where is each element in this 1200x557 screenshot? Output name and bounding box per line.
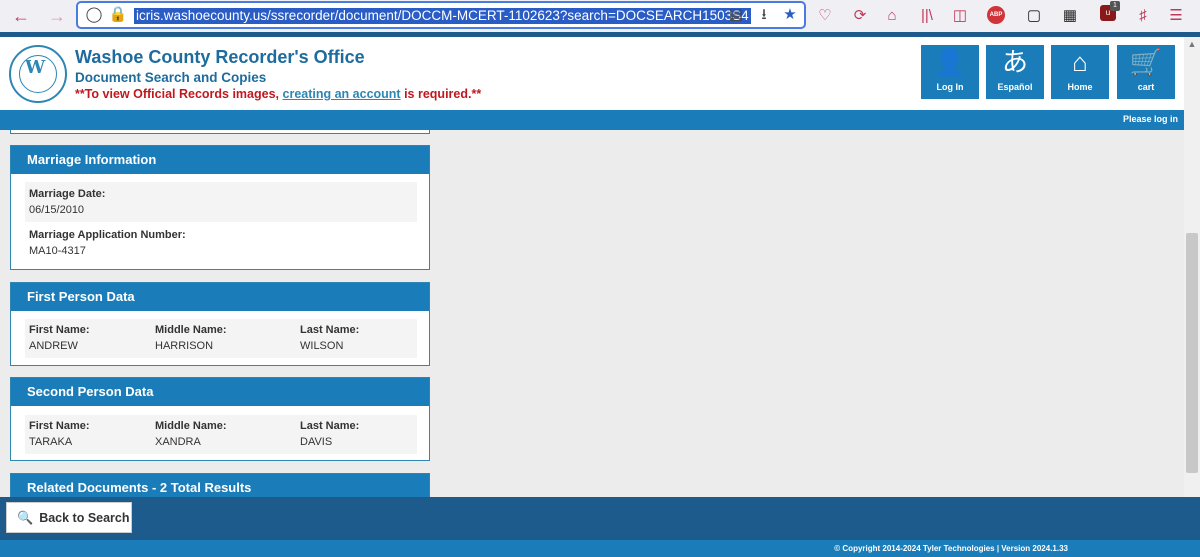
site-subtitle: Document Search and Copies [75,70,267,85]
marriage-app-value: MA10-4317 [29,245,86,257]
login-button-label: Log In [936,82,964,92]
adblock-icon[interactable]: ABP [987,6,1005,24]
scroll-thumb[interactable] [1186,233,1198,473]
screenshot-icon[interactable]: ▦ [1060,6,1080,26]
page-scrollbar[interactable]: ▲ [1184,37,1200,497]
translate-icon: あ [1001,47,1028,77]
second-person-panel: Second Person Data First Name: TARAKA Mi… [10,377,430,461]
marriage-date-field: Marriage Date: 06/15/2010 [25,182,417,222]
footer-action-bar: 🔍 Back to Search [0,497,1200,540]
first-person-last-value: WILSON [300,340,344,352]
first-person-first-label: First Name: [29,324,90,336]
second-person-first-label: First Name: [29,420,90,432]
first-person-middle-value: HARRISON [155,340,214,352]
home-icon: ⌂ [1072,47,1088,77]
login-button[interactable]: 👤 Log In [921,45,979,99]
first-person-panel: First Person Data First Name: ANDREW Mid… [10,282,430,366]
notice-prefix: **To view Official Records images, [75,87,280,101]
espanol-button[interactable]: あ Español [986,45,1044,99]
site-header: W Washoe County Recorder's Office Docume… [0,37,1200,110]
previous-panel-remnant [10,130,430,134]
first-person-fields: First Name: ANDREW Middle Name: HARRISON… [25,319,417,358]
back-to-search-label: Back to Search [39,511,130,525]
marriage-info-heading: Marriage Information [11,146,429,174]
home-button[interactable]: ⌂ Home [1051,45,1109,99]
login-prompt[interactable]: Please log in [1123,114,1178,124]
extension-badge-count: 1 [1110,1,1120,11]
seal-emblem-icon: W [25,57,46,78]
cart-button[interactable]: 🛒 cart [1117,45,1175,99]
user-icon: 👤 [933,47,967,77]
url-text[interactable]: icris.washoecounty.us/ssrecorder/documen… [134,8,751,24]
notice-suffix: is required.** [404,87,482,101]
home-icon[interactable]: ⌂ [882,6,902,26]
address-bar[interactable]: ◯ 🔒 icris.washoecounty.us/ssrecorder/doc… [76,1,806,29]
county-seal-logo: W [9,45,67,103]
back-to-search-button[interactable]: 🔍 Back to Search [6,502,132,533]
create-account-link[interactable]: creating an account [283,87,401,101]
marriage-info-panel: Marriage Information Marriage Date: 06/1… [10,145,430,270]
second-person-first-value: TARAKA [29,436,73,448]
first-person-heading: First Person Data [11,283,429,311]
copyright-text: © Copyright 2014-2024 Tyler Technologies… [834,544,1068,553]
second-person-last-value: DAVIS [300,436,333,448]
menu-icon[interactable]: ☰ [1166,6,1186,26]
library-icon[interactable]: ||\ [917,6,937,26]
second-person-last-label: Last Name: [300,420,360,432]
download-icon[interactable]: ⭳ [754,5,774,25]
reload-icon[interactable]: ⟳ [850,6,870,26]
cart-button-label: cart [1137,82,1155,92]
first-person-first-value: ANDREW [29,340,78,352]
site-title: Washoe County Recorder's Office [75,47,365,67]
second-person-middle-label: Middle Name: [155,420,227,432]
back-arrow-icon[interactable]: ← [10,5,32,27]
first-person-middle-label: Middle Name: [155,324,227,336]
second-person-middle-value: XANDRA [155,436,201,448]
shield-icon[interactable]: ◯ [84,5,104,25]
status-band: Please log in [0,110,1200,130]
home-button-label: Home [1067,82,1093,92]
copyright-bar: © Copyright 2014-2024 Tyler Technologies… [0,540,1200,557]
bookmark-star-icon[interactable]: ★ [780,5,800,25]
marriage-date-value: 06/15/2010 [29,204,85,216]
reader-view-icon[interactable]: ▤ [726,5,746,25]
marriage-app-label: Marriage Application Number: [29,229,186,241]
first-person-last-label: Last Name: [300,324,360,336]
related-documents-panel: Related Documents - 2 Total Results [10,473,430,502]
window-icon[interactable]: ▢ [1024,6,1044,26]
forward-arrow-icon[interactable]: → [46,5,68,27]
search-icon: 🔍 [17,510,34,525]
lock-icon[interactable]: 🔒 [108,5,128,25]
extensions-puzzle-icon[interactable]: ♯ [1133,6,1153,26]
second-person-fields: First Name: TARAKA Middle Name: XANDRA L… [25,415,417,454]
marriage-date-label: Marriage Date: [29,188,106,200]
sidebar-icon[interactable]: ◫ [950,6,970,26]
scroll-up-icon[interactable]: ▲ [1187,39,1197,49]
espanol-button-label: Español [997,82,1033,92]
cart-icon: 🛒 [1129,47,1163,77]
second-person-heading: Second Person Data [11,378,429,406]
account-notice: **To view Official Records images, creat… [75,87,481,101]
pocket-icon[interactable]: ♡ [815,6,835,26]
browser-toolbar: ← → ◯ 🔒 icris.washoecounty.us/ssrecorder… [0,0,1200,32]
